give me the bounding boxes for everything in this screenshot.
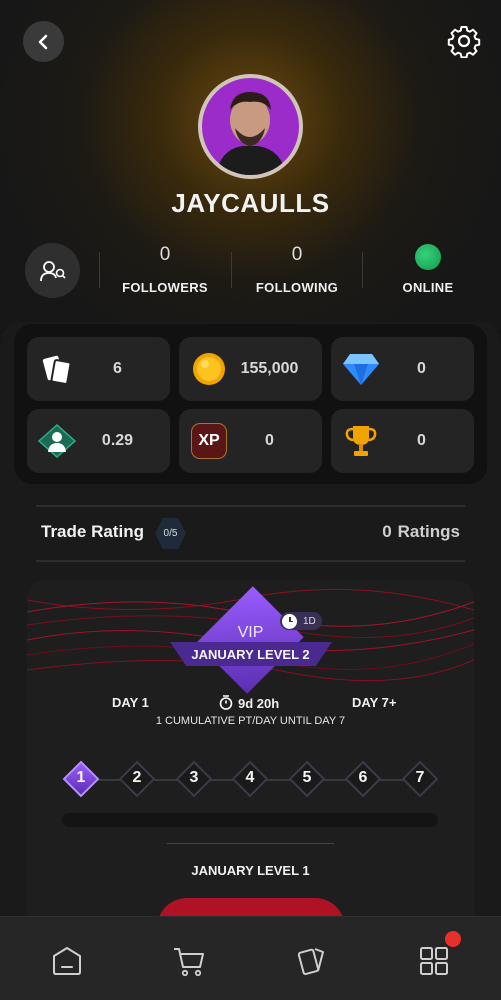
home-icon	[53, 947, 81, 975]
countdown: 9d 20h	[219, 695, 279, 711]
gems-count: 0	[417, 360, 426, 377]
clock-icon	[282, 613, 297, 629]
vip-title: VIP	[237, 624, 264, 641]
coins-stat[interactable]: 155,000	[179, 337, 322, 401]
online-label: ONLINE	[402, 280, 454, 295]
username: JAYCAULLS	[171, 188, 330, 218]
coin-icon	[193, 353, 225, 385]
player-rating-icon	[38, 424, 76, 458]
countdown-value: 9d 20h	[238, 696, 280, 711]
vip-description: 1 CUMULATIVE PT/DAY UNTIL DAY 7	[155, 715, 346, 727]
following-count: 0	[291, 244, 303, 265]
divider	[36, 560, 465, 562]
notification-badge	[443, 929, 463, 949]
xp-stat[interactable]: XP 0	[179, 409, 322, 473]
following-stat[interactable]: 0 FOLLOWING	[237, 244, 357, 295]
followers-stat[interactable]: 0 FOLLOWERS	[105, 244, 225, 295]
step-1[interactable]: 1	[62, 760, 100, 798]
avatar[interactable]	[198, 74, 303, 179]
day-end: DAY 7+	[352, 695, 397, 710]
trade-rating-label: Trade Rating	[41, 522, 144, 541]
trophies-count: 0	[417, 432, 426, 449]
vip-progress-card[interactable]: VIP JANUARY LEVEL 2 1D DAY 1 9d 20h DAY …	[27, 580, 474, 930]
step-3[interactable]: 3	[175, 760, 213, 798]
following-label: FOLLOWING	[255, 280, 339, 295]
coins-count: 155,000	[240, 360, 299, 377]
time-left: 1D	[303, 615, 316, 627]
bottom-nav	[0, 916, 501, 1000]
rating-stat[interactable]: 0.29	[27, 409, 170, 473]
grid-icon	[420, 947, 448, 975]
back-button[interactable]	[23, 21, 64, 62]
followers-label: FOLLOWERS	[122, 280, 208, 295]
followers-count: 0	[159, 244, 171, 265]
chevron-left-icon	[38, 34, 47, 49]
divider	[362, 252, 363, 288]
gear-icon	[447, 26, 481, 58]
cards-icon	[297, 948, 324, 975]
next-level-label: JANUARY LEVEL 1	[191, 863, 310, 878]
online-status: ONLINE	[368, 244, 488, 295]
timer-icon	[219, 695, 233, 710]
ratings-count: 0	[382, 522, 392, 541]
divider	[36, 505, 465, 507]
step-5[interactable]: 5	[288, 760, 326, 798]
nav-home[interactable]	[47, 941, 87, 981]
step-6[interactable]: 6	[344, 760, 382, 798]
vip-level: JANUARY LEVEL 2	[191, 647, 310, 662]
trophies-stat[interactable]: 0	[331, 409, 474, 473]
cards-count: 6	[113, 360, 122, 377]
divider	[231, 252, 232, 288]
trophy-icon	[345, 426, 377, 456]
nav-collection[interactable]	[292, 941, 332, 981]
divider	[99, 252, 100, 288]
ratings-label: Ratings	[397, 522, 460, 541]
time-left-badge: 1D	[280, 612, 322, 630]
step-2[interactable]: 2	[118, 760, 156, 798]
divider	[167, 843, 334, 844]
user-search-icon	[39, 260, 66, 281]
ratings-summary[interactable]: 0 Ratings	[376, 522, 460, 542]
online-indicator	[415, 244, 441, 270]
find-friends-button[interactable]	[25, 243, 80, 298]
day-start: DAY 1	[112, 695, 149, 710]
nav-shop[interactable]	[169, 941, 209, 981]
cards-stat[interactable]: 6	[27, 337, 170, 401]
xp-icon: XP	[191, 423, 227, 459]
step-4[interactable]: 4	[231, 760, 269, 798]
cards-icon	[42, 355, 72, 385]
gem-icon	[343, 354, 379, 385]
step-7[interactable]: 7	[401, 760, 439, 798]
xp-value: 0	[265, 432, 274, 449]
settings-button[interactable]	[445, 22, 483, 60]
rating-value: 0.29	[101, 432, 134, 449]
gems-stat[interactable]: 0	[331, 337, 474, 401]
cart-icon	[174, 948, 204, 977]
avatar-image	[202, 78, 299, 175]
vip-progress-bar	[62, 813, 438, 827]
